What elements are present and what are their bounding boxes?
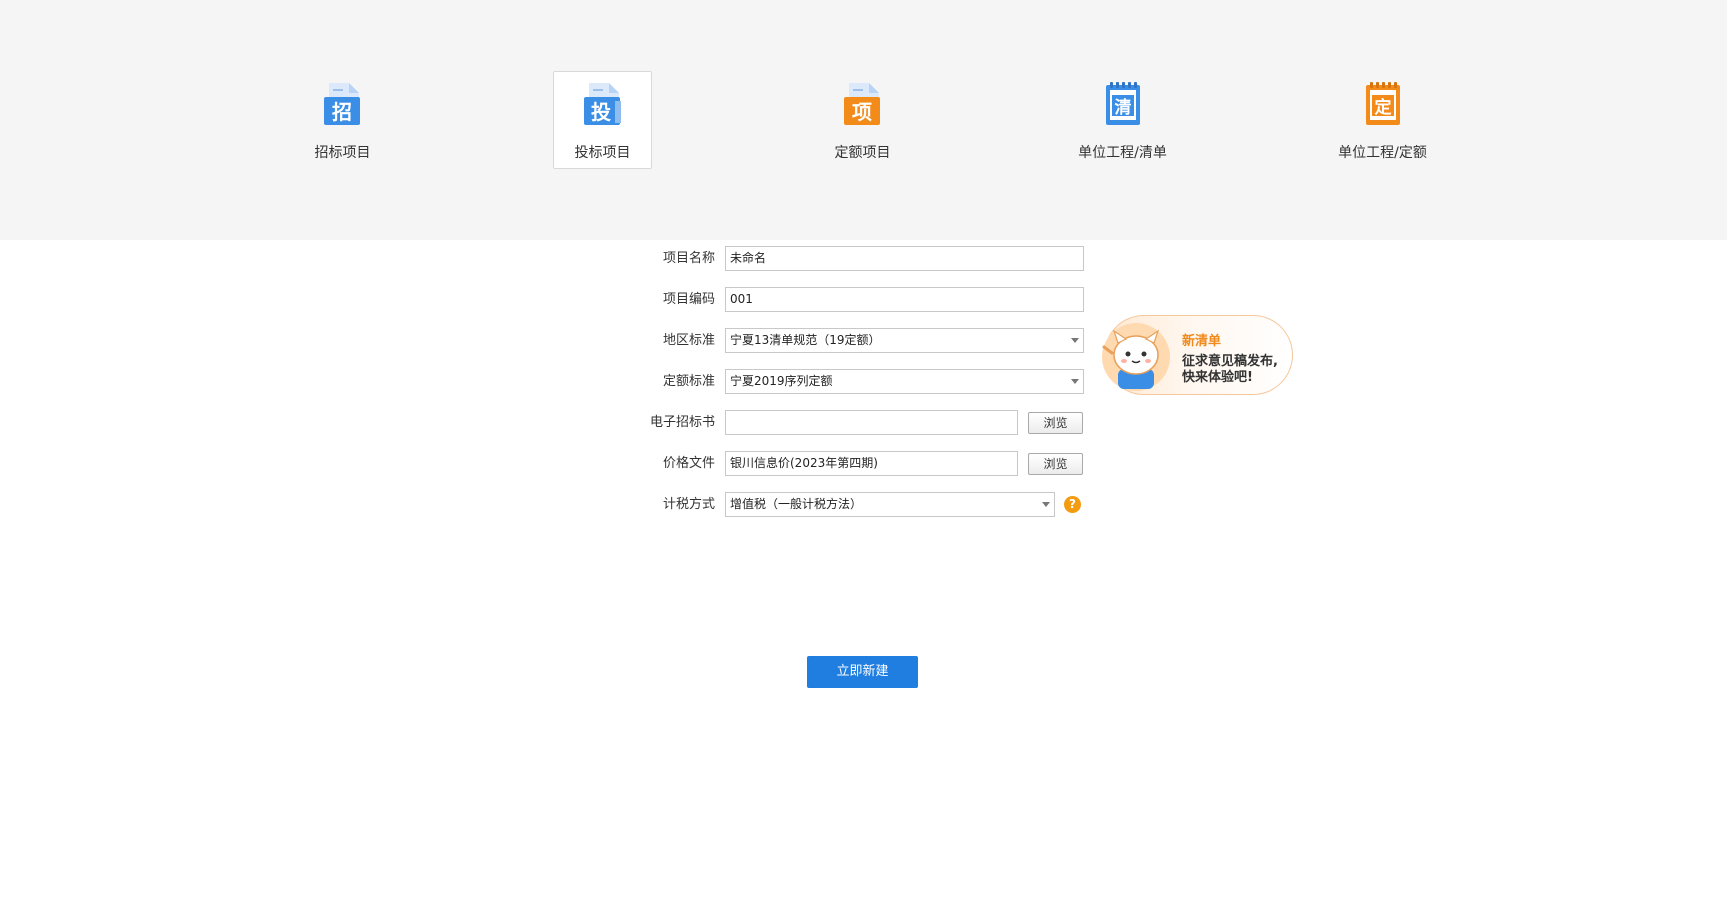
row-tax-method: 计税方式 增值税（一般计税方法） ? [0,492,1727,518]
tile-tender-project[interactable]: 招 招标项目 [293,71,392,169]
tile-quota-project[interactable]: 项 定额项目 [813,71,912,169]
price-file-input[interactable]: 银川信息价(2023年第四期) [725,451,1018,476]
notebook-quota-icon: 定 [1365,82,1400,125]
chevron-down-icon [1071,379,1079,384]
e-bid-file-input[interactable] [725,410,1018,435]
create-now-button[interactable]: 立即新建 [807,656,918,688]
e-bid-file-browse-button[interactable]: 浏览 [1028,412,1083,434]
price-file-browse-button[interactable]: 浏览 [1028,453,1083,475]
svg-text:投: 投 [591,100,611,124]
row-project-code: 项目编码 001 [0,287,1727,313]
quota-document-icon: 项 [843,83,880,125]
region-standard-value: 宁夏13清单规范（19定额） [730,333,881,347]
promo-title: 新清单 [1182,334,1222,349]
row-price-file: 价格文件 银川信息价(2023年第四期) 浏览 [0,451,1727,477]
e-bid-file-label: 电子招标书 [649,415,715,430]
project-name-label: 项目名称 [662,251,715,266]
tax-method-select[interactable]: 增值税（一般计税方法） [725,492,1055,517]
tax-method-value: 增值税（一般计税方法） [730,497,863,511]
project-code-input[interactable]: 001 [725,287,1084,312]
svg-text:清: 清 [1114,97,1131,118]
row-e-bid-file: 电子招标书 浏览 [0,410,1727,436]
tile-unit-project-quota[interactable]: 定 单位工程/定额 [1333,71,1432,169]
project-code-label: 项目编码 [662,292,715,307]
new-bill-promo-banner[interactable]: 新清单 征求意见稿发布, 快来体验吧! [1096,313,1295,397]
svg-text:招: 招 [332,100,352,124]
svg-text:项: 项 [852,100,872,124]
price-file-label: 价格文件 [662,456,715,471]
chevron-down-icon [1042,502,1050,507]
tile-label: 单位工程/清单 [1078,145,1167,161]
svg-text:定: 定 [1374,97,1391,118]
region-standard-label: 地区标准 [662,333,715,348]
tile-label: 定额项目 [834,145,891,161]
row-region-standard: 地区标准 宁夏13清单规范（19定额） [0,328,1727,354]
mascot-icon [1102,323,1170,391]
quota-standard-label: 定额标准 [662,374,715,389]
notebook-bill-icon: 清 [1105,82,1140,125]
tile-bid-project[interactable]: 投 投标项目 [553,71,652,169]
chevron-down-icon [1071,338,1079,343]
region-standard-select[interactable]: 宁夏13清单规范（19定额） [725,328,1084,353]
row-project-name: 项目名称 未命名 [0,246,1727,272]
bid-document-icon: 投 [583,83,621,125]
quota-standard-value: 宁夏2019序列定额 [730,374,833,388]
tax-method-label: 计税方式 [662,497,715,512]
project-name-input[interactable]: 未命名 [725,246,1084,271]
promo-line-2: 快来体验吧! [1182,370,1253,385]
tender-document-icon: 招 [323,83,360,125]
help-icon[interactable]: ? [1064,496,1081,513]
tile-label: 投标项目 [574,145,631,161]
tile-label: 单位工程/定额 [1338,145,1427,161]
tile-label: 招标项目 [314,145,371,161]
row-quota-standard: 定额标准 宁夏2019序列定额 [0,369,1727,395]
quota-standard-select[interactable]: 宁夏2019序列定额 [725,369,1084,394]
tile-unit-project-bill[interactable]: 清 单位工程/清单 [1073,71,1172,169]
